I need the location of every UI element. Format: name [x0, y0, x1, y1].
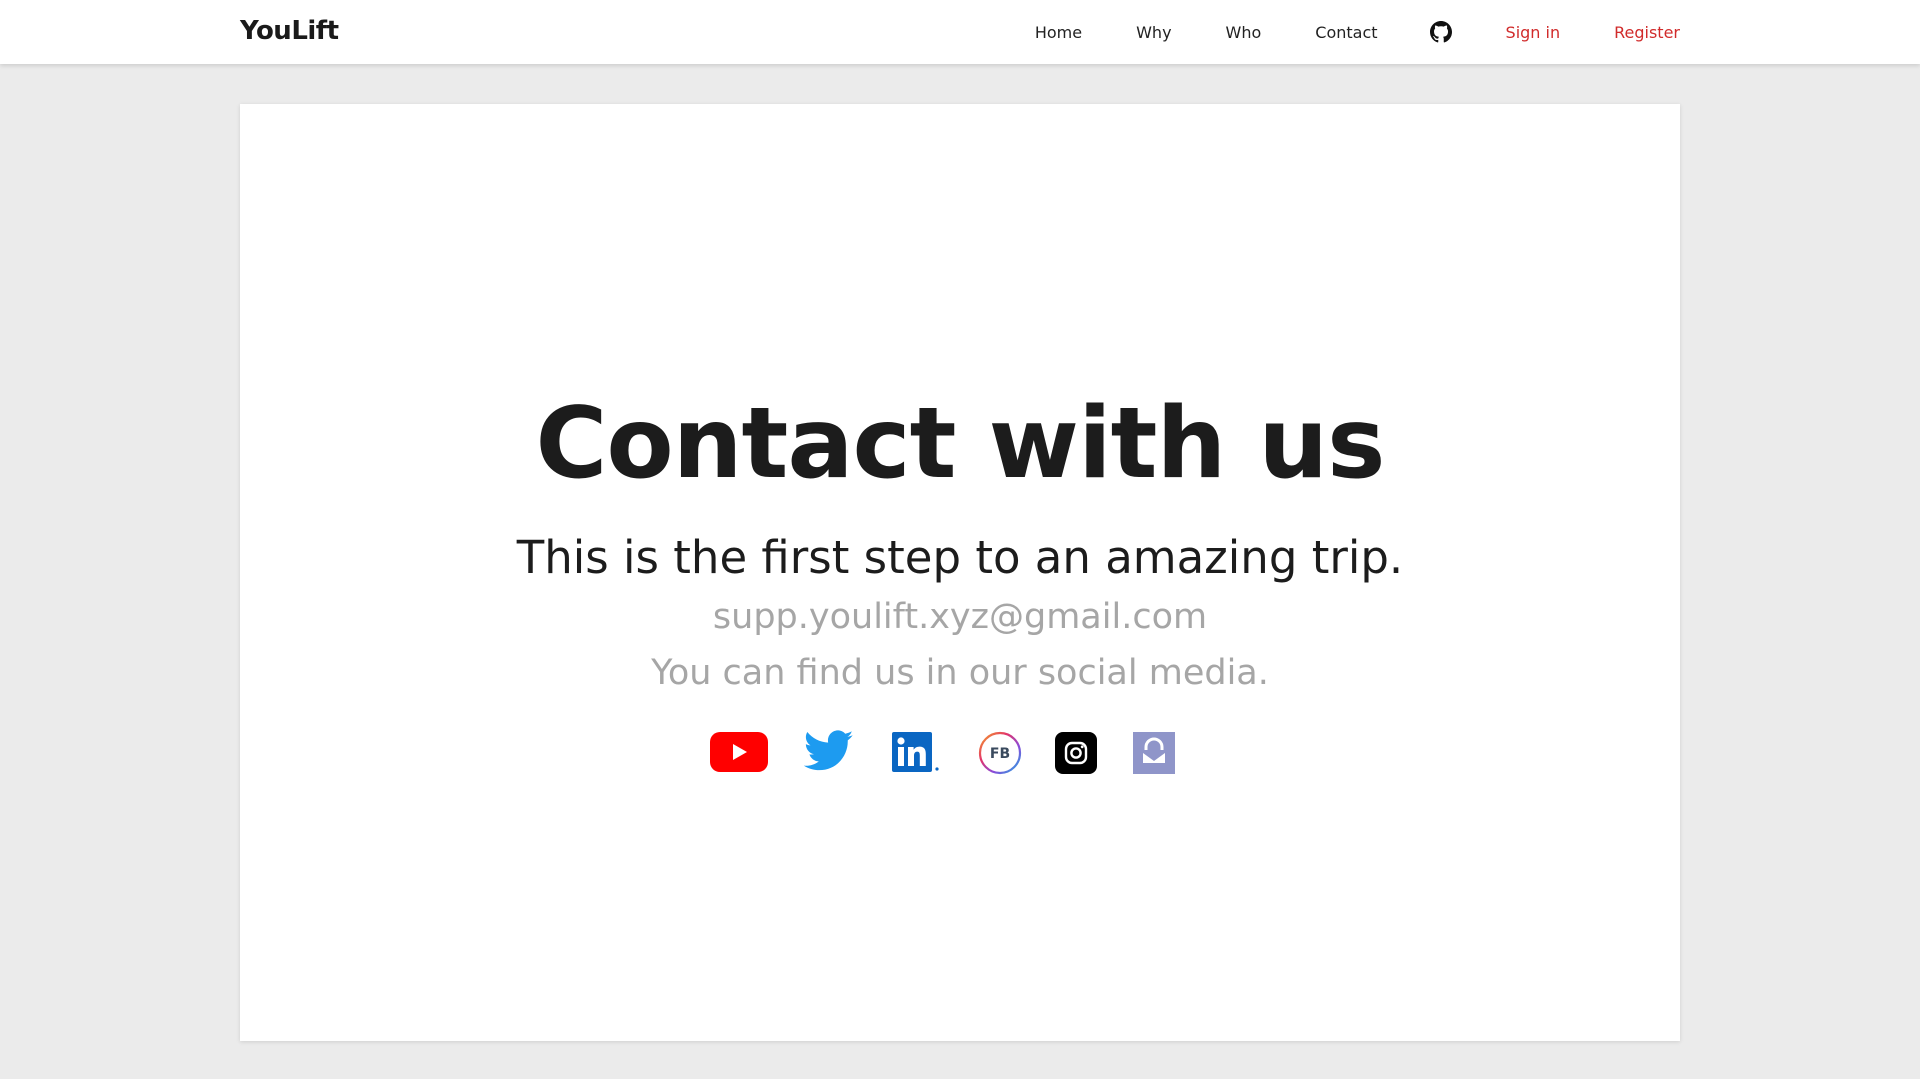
- linkedin-icon[interactable]: [892, 732, 942, 778]
- register-link[interactable]: Register: [1614, 23, 1680, 42]
- protonmail-icon[interactable]: [1133, 732, 1175, 778]
- nav-home-link[interactable]: Home: [1035, 23, 1082, 42]
- facebook-icon[interactable]: FB: [977, 730, 1023, 780]
- social-icons: FB: [240, 726, 1680, 776]
- instagram-icon[interactable]: [1055, 732, 1097, 778]
- support-email[interactable]: supp.youlift.xyz@gmail.com: [240, 594, 1680, 640]
- youtube-icon[interactable]: [710, 732, 768, 776]
- brand-logo[interactable]: YouLift: [240, 14, 339, 48]
- page-subtitle: This is the first step to an amazing tri…: [516, 531, 1404, 584]
- nav-links: Home Why Who Contact Sign in Register: [1035, 0, 1680, 64]
- github-icon[interactable]: [1429, 21, 1452, 43]
- facebook-icon-text: FB: [990, 746, 1010, 762]
- navbar: YouLift Home Why Who Contact Sign in Reg…: [0, 0, 1920, 64]
- nav-contact-link[interactable]: Contact: [1315, 23, 1377, 42]
- nav-why-link[interactable]: Why: [1136, 23, 1171, 42]
- sign-in-link[interactable]: Sign in: [1506, 23, 1561, 42]
- social-media-text: You can find us in our social media.: [651, 653, 1269, 693]
- page-title: Contact with us: [535, 387, 1385, 501]
- nav-who-link[interactable]: Who: [1226, 23, 1262, 42]
- contact-card: Contact with us This is the first step t…: [240, 104, 1680, 1041]
- twitter-icon[interactable]: [803, 730, 854, 776]
